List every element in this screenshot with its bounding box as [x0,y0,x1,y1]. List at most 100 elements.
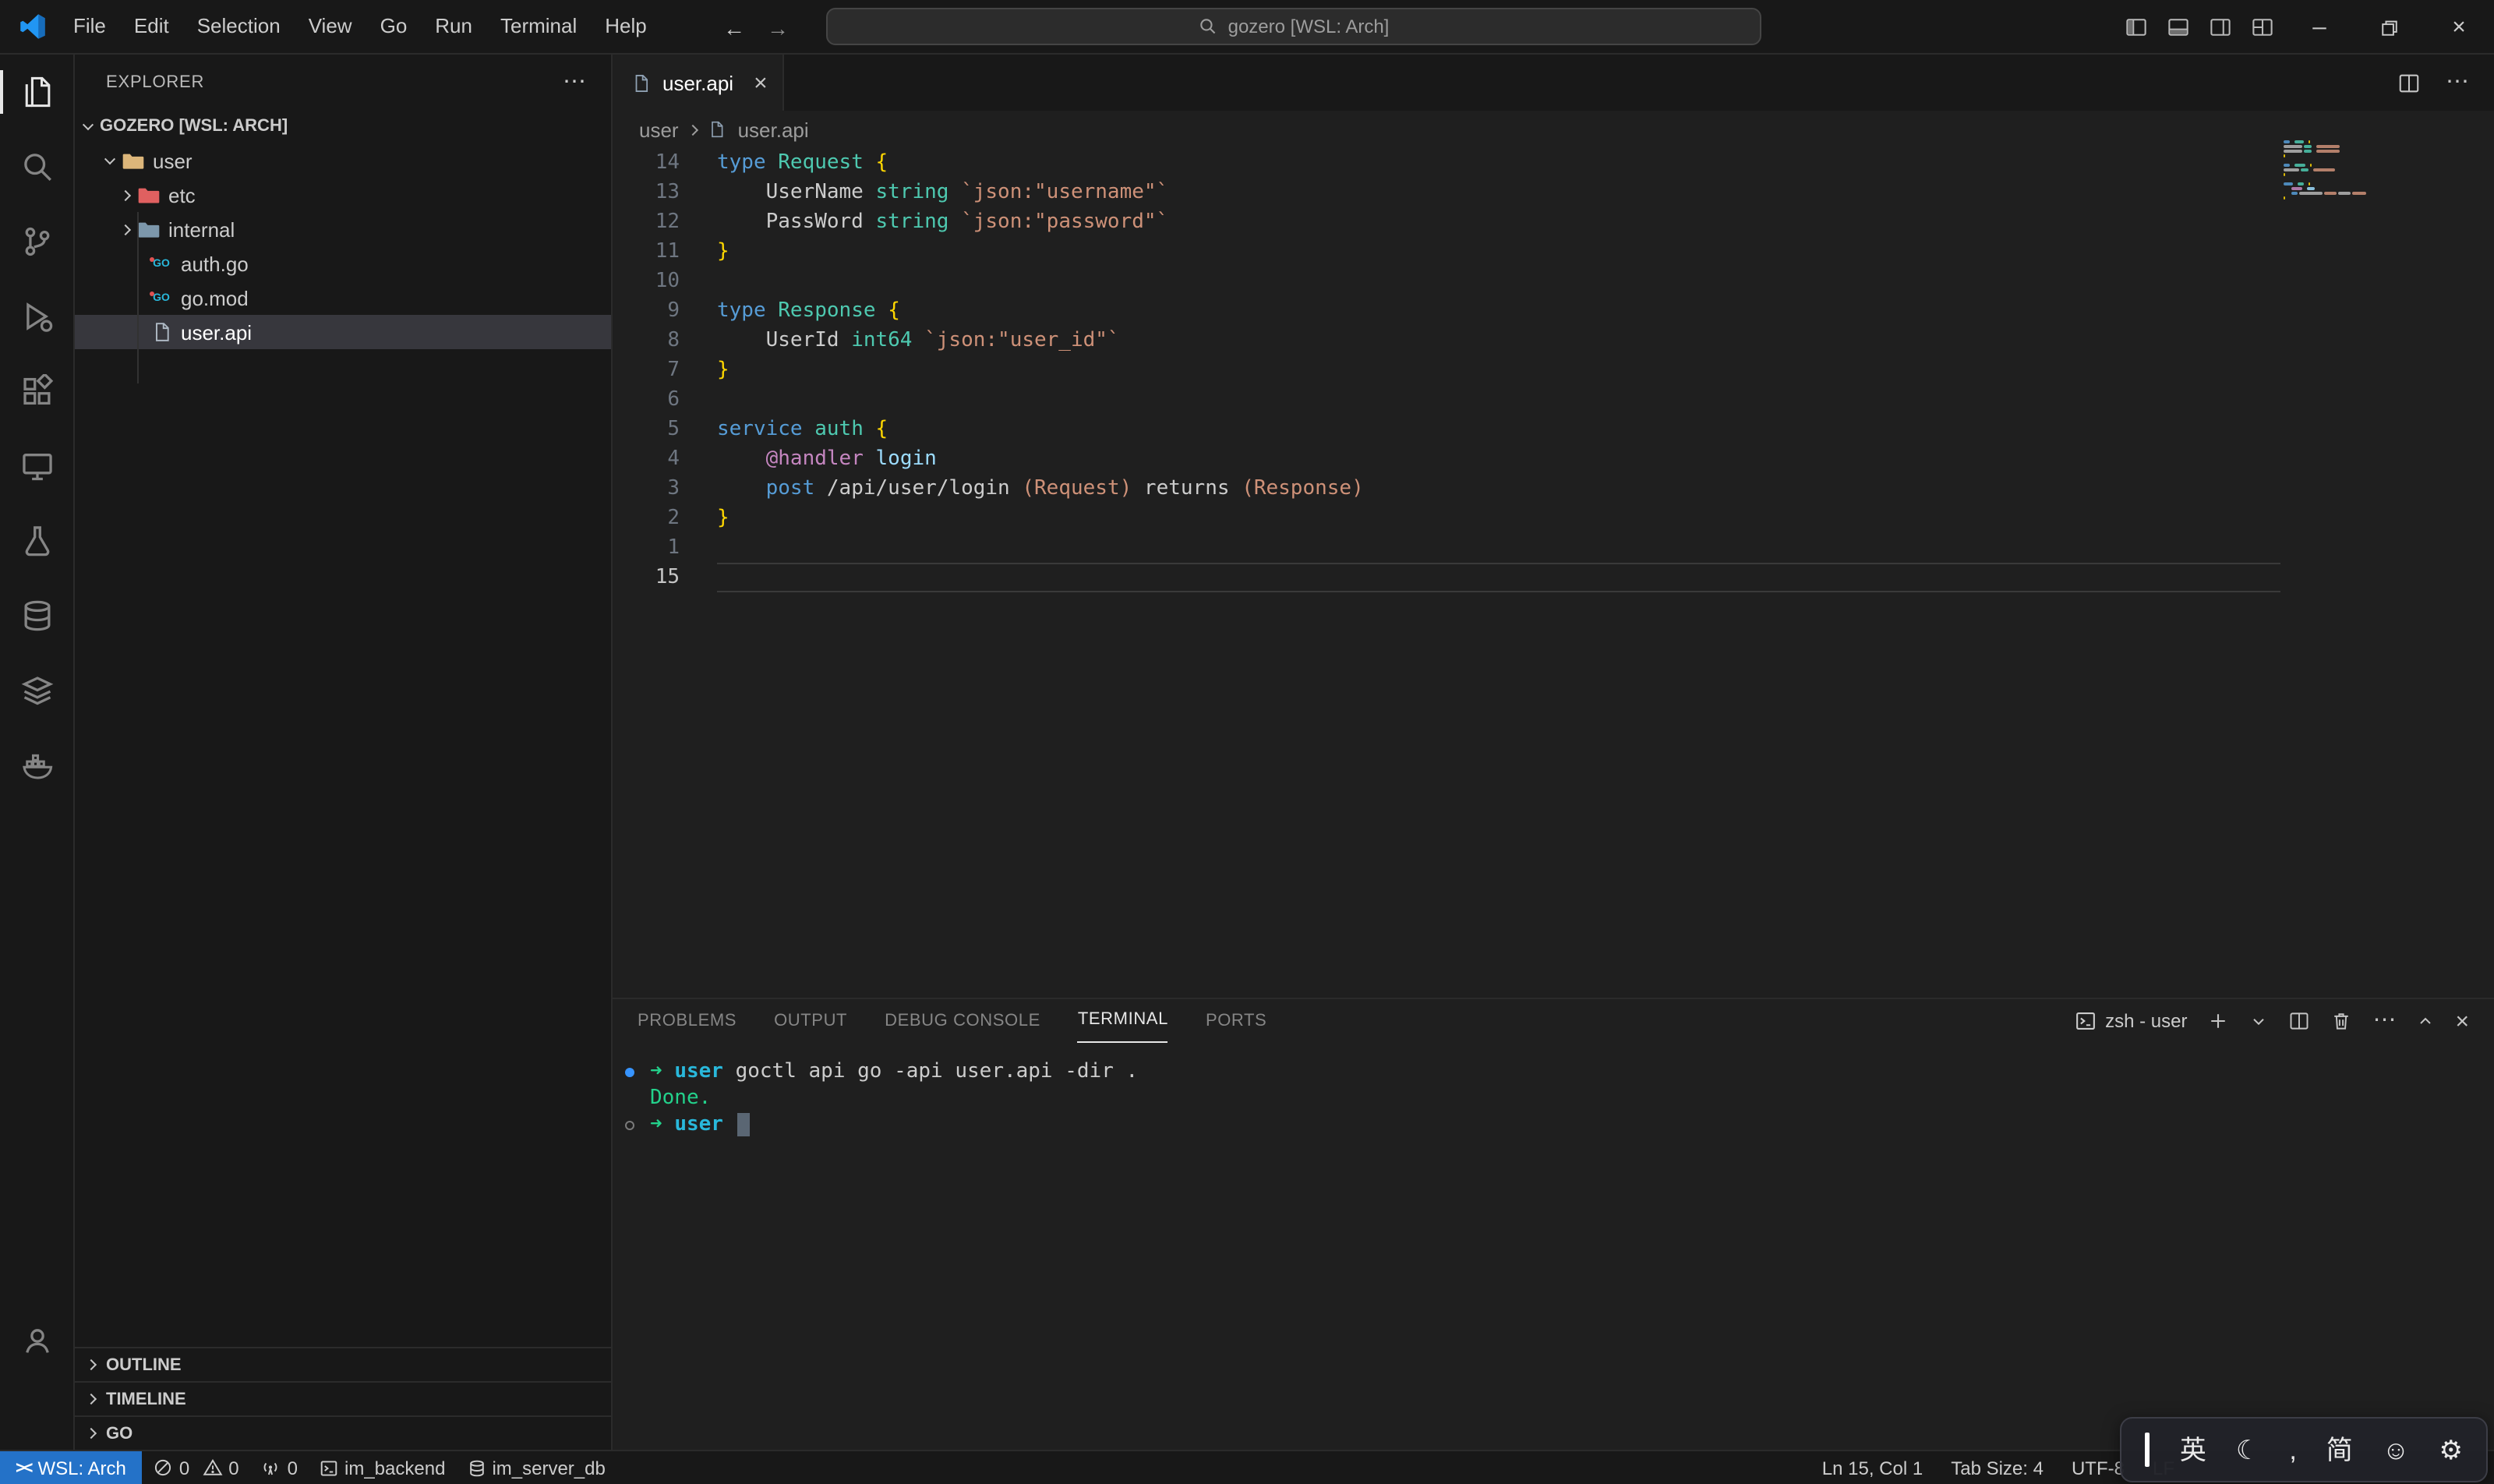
menu-run[interactable]: Run [421,0,486,53]
tab-close-icon[interactable]: × [754,71,768,94]
minimap-seg [2309,182,2310,186]
minimap-seg [2284,192,2290,195]
ime-settings-gear-icon[interactable]: ⚙ [2439,1436,2464,1463]
tree-item-go-mod[interactable]: GOgo.mod [75,281,611,315]
status-tab-size[interactable]: Tab Size: 4 [1937,1457,2058,1479]
source-control-icon[interactable] [0,204,74,279]
panel-tab-problems[interactable]: PROBLEMS [638,1000,737,1042]
new-terminal-icon[interactable] [2207,1010,2229,1032]
tree-item-user[interactable]: user [75,143,611,178]
split-terminal-icon[interactable] [2288,1010,2310,1032]
search-panel-icon[interactable] [0,129,74,204]
back-arrow-icon[interactable]: ← [723,15,745,40]
maximize-panel-icon[interactable] [2416,1012,2435,1030]
terminal-shell-item[interactable]: zsh - user [2074,1010,2187,1032]
explorer-more-actions-icon[interactable]: ⋯ [563,74,586,90]
code-line[interactable]: 14type Request { [613,148,2494,178]
kill-terminal-icon[interactable] [2330,1010,2352,1032]
breadcrumb-folder[interactable]: user [639,118,679,141]
panel-tab-ports[interactable]: PORTS [1206,1000,1266,1042]
status-im-server-db[interactable]: im_server_db [456,1451,616,1484]
go-file-icon: GO [148,253,175,274]
customize-layout-icon[interactable] [2241,0,2284,55]
code-line[interactable]: 7} [613,355,2494,385]
panel-tab-debug-console[interactable]: DEBUG CONSOLE [885,1000,1040,1042]
toggle-secondary-sidebar-icon[interactable] [2199,0,2241,55]
code-line[interactable]: 6 [613,385,2494,415]
minimap[interactable] [2284,140,2380,210]
section-timeline[interactable]: TIMELINE [75,1381,611,1415]
command-center-search[interactable]: gozero [WSL: Arch] [826,8,1761,45]
layers-icon[interactable] [0,653,74,728]
remote-explorer-icon[interactable] [0,429,74,504]
problems-status[interactable]: 0 0 [142,1451,250,1484]
toggle-sidebar-icon[interactable] [2115,0,2157,55]
close-window-icon[interactable]: × [2424,0,2494,55]
code-line[interactable]: 11} [613,237,2494,267]
remote-indicator[interactable]: >< WSL: Arch [0,1451,142,1484]
code-line[interactable]: 4 @handler login [613,444,2494,474]
code-area[interactable]: 14type Request {13 UserName string `json… [613,148,2494,592]
forward-arrow-icon[interactable]: → [767,15,789,40]
split-editor-icon[interactable] [2397,71,2421,94]
run-and-debug-icon[interactable] [0,279,74,354]
tab-user-api[interactable]: user.api × [613,55,785,111]
ime-punctuation-icon[interactable]: , [2289,1436,2296,1463]
code-line[interactable]: 8 UserId int64 `json:"user_id"` [613,326,2494,355]
database-icon[interactable] [0,578,74,653]
tree-item-internal[interactable]: internal [75,212,611,246]
menu-go[interactable]: Go [366,0,422,53]
restore-icon[interactable] [2354,0,2424,55]
ime-lang-en-label[interactable]: 英 [2180,1436,2206,1463]
panel-tab-terminal[interactable]: TERMINAL [1078,999,1168,1043]
terminal-viewport[interactable]: ➜ user goctl api go -api user.api -dir .… [613,1043,2494,1138]
menu-edit[interactable]: Edit [120,0,183,53]
extensions-icon[interactable] [0,354,74,429]
menu-file[interactable]: File [59,0,120,53]
code-line[interactable]: 5service auth { [613,415,2494,444]
ime-emoji-icon[interactable]: ☺ [2383,1436,2410,1463]
code-line[interactable]: 3 post /api/user/login (Request) returns… [613,474,2494,504]
menu-selection[interactable]: Selection [183,0,295,53]
ports-status[interactable]: 0 [250,1451,309,1484]
menu-terminal[interactable]: Terminal [486,0,591,53]
toggle-panel-icon[interactable] [2157,0,2199,55]
terminal-text: user [674,1060,723,1083]
menu-view[interactable]: View [295,0,366,53]
tree-item-user-api[interactable]: user.api [75,315,611,349]
tree-root-gozero[interactable]: GOZERO [WSL: ARCH] [75,109,611,143]
code-line[interactable]: 12 PassWord string `json:"password"` [613,207,2494,237]
terminal-dropdown-icon[interactable] [2249,1012,2268,1030]
explorer-icon[interactable] [0,55,74,129]
code-line[interactable]: 2} [613,504,2494,533]
minimize-icon[interactable] [2284,0,2354,55]
close-panel-icon[interactable]: × [2455,1008,2469,1034]
code-line[interactable]: 13 UserName string `json:"username"` [613,178,2494,207]
folder-icon [136,183,162,207]
command-decoration-hollow[interactable] [625,1120,634,1129]
tree-item-auth-go[interactable]: GOauth.go [75,246,611,281]
line-number: 9 [613,299,698,323]
editor-more-actions-icon[interactable]: ⋯ [2446,76,2469,89]
docker-icon[interactable] [0,728,74,803]
testing-icon[interactable] [0,504,74,578]
ime-halfwidth-moon-icon[interactable]: ☾ [2236,1436,2260,1463]
breadcrumb-file[interactable]: user.api [738,118,809,141]
section-outline[interactable]: OUTLINE [75,1347,611,1381]
tree-item-etc[interactable]: etc [75,178,611,212]
status-im-backend[interactable]: im_backend [309,1451,456,1484]
ime-simplified-label[interactable]: 简 [2326,1436,2353,1463]
panel-tab-output[interactable]: OUTPUT [774,1000,847,1042]
code-line[interactable]: 10 [613,267,2494,296]
code-line[interactable]: 15 [613,563,2494,592]
command-decoration-filled[interactable] [625,1067,634,1076]
section-go[interactable]: GO [75,1415,611,1450]
account-icon[interactable] [0,1303,74,1378]
code-token: `json:"user_id"` [924,329,1119,352]
status-cursor-position[interactable]: Ln 15, Col 1 [1808,1457,1937,1479]
file-icon [148,321,175,343]
code-line[interactable]: 1 [613,533,2494,563]
code-line[interactable]: 9type Response { [613,296,2494,326]
menu-help[interactable]: Help [591,0,661,53]
panel-more-actions-icon[interactable]: ⋯ [2372,1015,2396,1027]
